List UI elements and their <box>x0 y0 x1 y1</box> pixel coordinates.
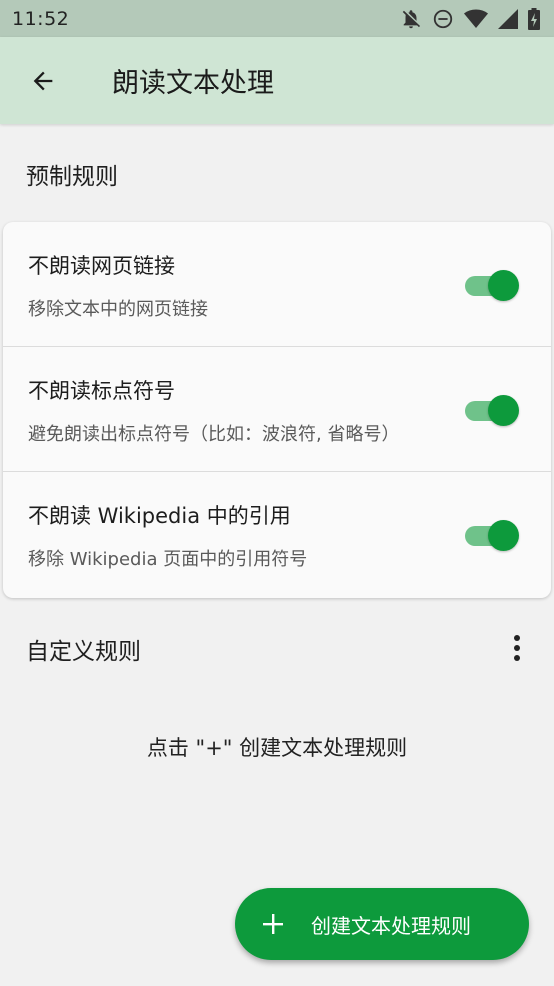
rule-toggle-no-wikipedia-citations[interactable] <box>463 520 519 551</box>
rule-row-no-web-links[interactable]: 不朗读网页链接 移除文本中的网页链接 <box>3 222 551 347</box>
wifi-icon <box>464 8 488 30</box>
preset-section-title: 预制规则 <box>26 164 118 190</box>
status-bar: 11:52 <box>0 0 554 37</box>
plus-icon <box>261 912 285 936</box>
battery-charging-icon <box>528 7 540 30</box>
back-button[interactable] <box>16 54 70 108</box>
do-not-disturb-icon <box>432 8 454 30</box>
cellular-signal-icon <box>498 8 518 29</box>
app-bar: 朗读文本处理 <box>0 37 554 124</box>
more-vert-icon <box>514 645 520 651</box>
rule-row-no-punctuation[interactable]: 不朗读标点符号 避免朗读出标点符号（比如：波浪符, 省略号） <box>3 347 551 472</box>
custom-section-title: 自定义规则 <box>26 639 141 665</box>
empty-state-hint: 点击 "+" 创建文本处理规则 <box>146 736 408 760</box>
status-time: 11:52 <box>12 7 70 30</box>
rule-description: 移除 Wikipedia 页面中的引用符号 <box>28 549 308 570</box>
fab-label: 创建文本处理规则 <box>311 913 471 938</box>
rule-toggle-no-web-links[interactable] <box>463 270 519 301</box>
preset-rules-card: 不朗读网页链接 移除文本中的网页链接 不朗读标点符号 避免朗读出标点符号（比如：… <box>3 222 551 598</box>
switch-thumb <box>488 395 519 426</box>
rule-title: 不朗读 Wikipedia 中的引用 <box>28 504 291 528</box>
rule-toggle-no-punctuation[interactable] <box>463 395 519 426</box>
page-title: 朗读文本处理 <box>112 68 274 99</box>
rule-title: 不朗读网页链接 <box>28 254 175 278</box>
more-vert-icon <box>514 635 520 641</box>
rule-description: 移除文本中的网页链接 <box>28 299 208 320</box>
switch-thumb <box>488 520 519 551</box>
status-icons <box>400 7 540 30</box>
create-rule-fab[interactable]: 创建文本处理规则 <box>235 888 529 960</box>
more-options-button[interactable] <box>500 628 534 668</box>
notifications-off-icon <box>400 8 422 30</box>
rule-description: 避免朗读出标点符号（比如：波浪符, 省略号） <box>28 424 400 445</box>
rule-row-no-wikipedia-citations[interactable]: 不朗读 Wikipedia 中的引用 移除 Wikipedia 页面中的引用符号 <box>3 472 551 597</box>
arrow-back-icon <box>33 71 53 90</box>
switch-thumb <box>488 270 519 301</box>
rule-title: 不朗读标点符号 <box>28 379 175 403</box>
more-vert-icon <box>514 655 520 661</box>
